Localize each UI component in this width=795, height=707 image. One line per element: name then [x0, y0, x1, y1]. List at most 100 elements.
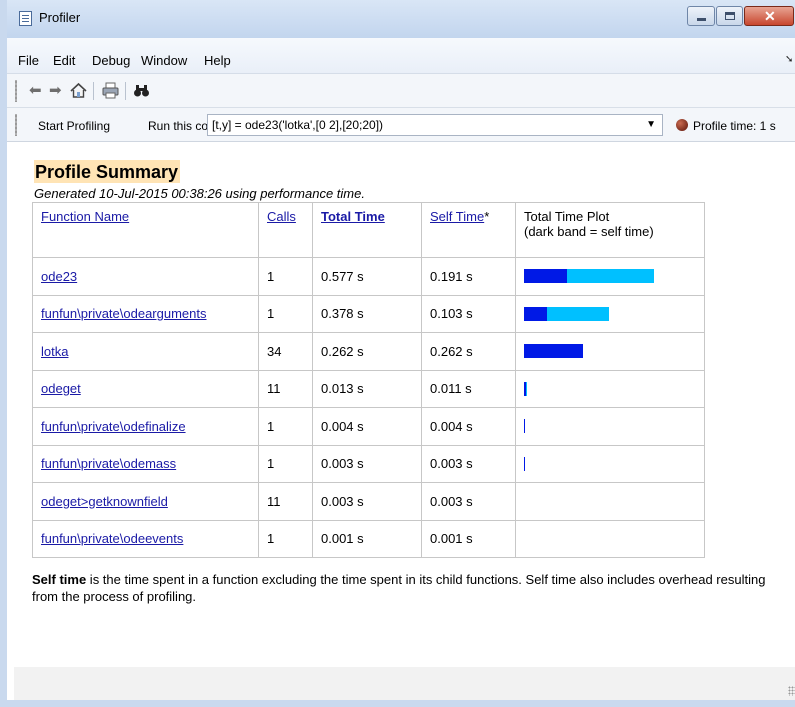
home-icon[interactable]: [70, 82, 87, 104]
self-time-bar: [524, 306, 547, 321]
cell-calls: 1: [258, 257, 313, 296]
cell-total-time: 0.577 s: [312, 257, 422, 296]
run-code-value: [t,y] = ode23('lotka',[0 2],[20;20]): [212, 118, 384, 132]
cell-total-time: 0.001 s: [312, 519, 422, 558]
menu-debug[interactable]: Debug: [92, 53, 130, 68]
cell-function-name: lotka: [32, 332, 259, 371]
cell-function-name: funfun\private\odeevents: [32, 519, 259, 558]
title-bar: Profiler ✕: [7, 0, 795, 38]
cell-total-time: 0.378 s: [312, 294, 422, 333]
cell-calls: 1: [258, 519, 313, 558]
cell-function-name: odeget>getknownfield: [32, 482, 259, 521]
cell-self-time: 0.191 s: [421, 257, 516, 296]
cell-calls: 1: [258, 294, 313, 333]
minimize-button[interactable]: [687, 6, 715, 26]
cell-time-plot: [515, 332, 705, 371]
record-indicator-icon: [676, 119, 688, 131]
cell-function-name: odeget: [32, 369, 259, 408]
menu-help[interactable]: Help: [204, 53, 231, 68]
table-row: funfun\private\odeevents 1 0.001 s 0.001 s: [32, 519, 705, 558]
toolbar: ⬅ ➡: [7, 74, 795, 108]
cell-time-plot: [515, 519, 705, 558]
time-plot: [524, 381, 704, 396]
function-link[interactable]: odeget: [41, 381, 81, 396]
self-time-bar: [524, 381, 526, 396]
cell-total-time: 0.003 s: [312, 444, 422, 483]
cell-time-plot: [515, 257, 705, 296]
self-time-bar: [524, 344, 583, 359]
self-time-asterisk: *: [484, 209, 490, 224]
table-row: lotka 34 0.262 s 0.262 s: [32, 332, 705, 371]
header-total-time-plot: Total Time Plot (dark band = self time): [515, 202, 705, 258]
function-link[interactable]: odeget>getknownfield: [41, 494, 168, 509]
function-link[interactable]: ode23: [41, 269, 77, 284]
self-time-footnote: Self time is the time spent in a functio…: [32, 571, 772, 605]
table-row: odeget>getknownfield 11 0.003 s 0.003 s: [32, 482, 705, 521]
forward-arrow-icon[interactable]: ➡: [49, 82, 62, 100]
cell-function-name: funfun\private\odefinalize: [32, 407, 259, 446]
find-binoculars-icon[interactable]: [133, 82, 150, 104]
profile-table: Function Name Calls Total Time Self Time…: [32, 202, 705, 558]
maximize-button[interactable]: [716, 6, 743, 26]
menu-edit[interactable]: Edit: [53, 53, 75, 68]
self-time-bar: [524, 456, 525, 471]
cell-time-plot: [515, 369, 705, 408]
cell-self-time: 0.262 s: [421, 332, 516, 371]
close-icon: ✕: [764, 8, 776, 24]
window-title: Profiler: [39, 10, 81, 25]
print-icon[interactable]: [102, 82, 119, 104]
start-profiling-button[interactable]: Start Profiling: [38, 119, 110, 133]
profile-summary-content: Profile Summary Generated 10-Jul-2015 00…: [32, 160, 792, 605]
cell-self-time: 0.004 s: [421, 407, 516, 446]
chevron-down-icon[interactable]: ▼: [646, 115, 656, 135]
menu-file[interactable]: File: [18, 53, 39, 68]
cell-calls: 34: [258, 332, 313, 371]
footnote-text: is the time spent in a function excludin…: [32, 572, 766, 604]
cell-function-name: funfun\private\odearguments: [32, 294, 259, 333]
cell-self-time: 0.103 s: [421, 294, 516, 333]
status-bar: [14, 667, 795, 700]
function-link[interactable]: funfun\private\odemass: [41, 456, 176, 471]
cell-self-time: 0.003 s: [421, 444, 516, 483]
runbar-grip[interactable]: [15, 114, 17, 136]
table-header-row: Function Name Calls Total Time Self Time…: [32, 202, 705, 258]
function-link[interactable]: lotka: [41, 344, 68, 359]
resize-grip-icon[interactable]: [788, 686, 795, 696]
sort-calls-link[interactable]: Calls: [267, 209, 296, 224]
time-plot: [524, 306, 704, 321]
cell-time-plot: [515, 407, 705, 446]
cell-function-name: funfun\private\odemass: [32, 444, 259, 483]
header-calls: Calls: [258, 202, 313, 258]
cell-total-time: 0.262 s: [312, 332, 422, 371]
cell-total-time: 0.003 s: [312, 482, 422, 521]
table-row: odeget 11 0.013 s 0.011 s: [32, 369, 705, 408]
cell-self-time: 0.003 s: [421, 482, 516, 521]
profiler-app-icon: [19, 11, 32, 26]
cell-calls: 11: [258, 369, 313, 408]
minimize-icon: [697, 18, 706, 21]
footnote-bold-term: Self time: [32, 572, 87, 587]
menu-window[interactable]: Window: [141, 53, 187, 68]
toolbar-grip[interactable]: [15, 80, 17, 102]
self-time-bar: [524, 269, 567, 284]
cell-self-time: 0.011 s: [421, 369, 516, 408]
header-self-time: Self Time*: [421, 202, 516, 258]
back-arrow-icon[interactable]: ⬅: [29, 82, 42, 100]
run-bar: Start Profiling Run this code: [t,y] = o…: [7, 108, 795, 142]
time-plot: [524, 456, 704, 471]
cell-calls: 1: [258, 444, 313, 483]
sort-function-name-link[interactable]: Function Name: [41, 209, 129, 224]
time-plot: [524, 494, 704, 508]
cell-time-plot: [515, 294, 705, 333]
sort-total-time-link[interactable]: Total Time: [321, 209, 385, 224]
function-link[interactable]: funfun\private\odeevents: [41, 531, 183, 546]
time-plot: [524, 269, 704, 284]
run-code-input[interactable]: [t,y] = ode23('lotka',[0 2],[20;20]) ▼: [207, 114, 663, 136]
function-link[interactable]: funfun\private\odearguments: [41, 306, 207, 321]
dock-arrow-icon[interactable]: ➘: [785, 54, 793, 65]
close-button[interactable]: ✕: [744, 6, 794, 26]
sort-self-time-link[interactable]: Self Time: [430, 209, 484, 224]
menu-bar: File Edit Debug Window Help ➘: [7, 38, 795, 74]
function-link[interactable]: funfun\private\odefinalize: [41, 419, 186, 434]
cell-time-plot: [515, 444, 705, 483]
